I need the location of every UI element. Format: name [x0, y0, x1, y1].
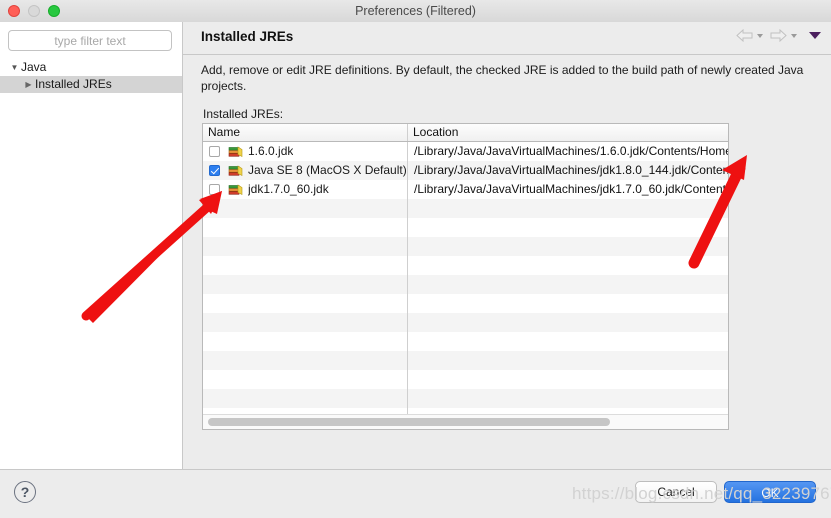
back-arrow-icon[interactable]	[736, 29, 753, 42]
filter-wrapper	[0, 22, 182, 57]
page-title: Installed JREs	[201, 29, 294, 44]
cell-location	[408, 256, 728, 275]
installed-jres-panel: Installed JREs Add, remove or edit JRE d…	[183, 22, 831, 469]
cell-name	[203, 294, 408, 313]
title-bar: Preferences (Filtered)	[0, 0, 831, 23]
sidebar-item-label: Java	[21, 60, 47, 74]
table-body: 1.6.0.jdk/Library/Java/JavaVirtualMachin…	[203, 142, 728, 429]
table-row-empty[interactable]	[203, 199, 728, 218]
installed-jres-table: Name Location 1.6.0.jdk/Library/Java/Jav…	[202, 123, 729, 430]
panel-description: Add, remove or edit JRE definitions. By …	[201, 63, 804, 93]
checkbox-unchecked[interactable]	[209, 146, 220, 157]
cell-name: 1.6.0.jdk	[203, 142, 408, 161]
sidebar-item-label: Installed JREs	[35, 77, 112, 91]
table-row-empty[interactable]	[203, 275, 728, 294]
jre-name: jdk1.7.0_60.jdk	[248, 182, 329, 196]
scrollbar-thumb[interactable]	[208, 418, 610, 426]
cell-location	[408, 389, 728, 408]
cell-name	[203, 370, 408, 389]
cell-location	[408, 275, 728, 294]
cell-name	[203, 237, 408, 256]
table-row-empty[interactable]	[203, 351, 728, 370]
search-input[interactable]	[8, 30, 172, 51]
table-row[interactable]: 1.6.0.jdk/Library/Java/JavaVirtualMachin…	[203, 142, 728, 161]
table-row[interactable]: Java SE 8 (MacOS X Default) /Library/Java…	[203, 161, 728, 180]
cell-location	[408, 370, 728, 389]
chevron-down-icon[interactable]: ▼	[8, 59, 21, 76]
cell-location	[408, 351, 728, 370]
table-row-empty[interactable]	[203, 389, 728, 408]
table-header-row: Name Location	[203, 124, 728, 142]
horizontal-scrollbar[interactable]	[203, 414, 728, 429]
table-row-empty[interactable]	[203, 237, 728, 256]
cell-name	[203, 218, 408, 237]
help-icon[interactable]: ?	[14, 481, 36, 503]
cell-location	[408, 332, 728, 351]
preferences-tree: ▼ Java ▶ Installed JREs	[0, 59, 182, 93]
jre-icon	[220, 183, 248, 196]
cell-name	[203, 389, 408, 408]
table-row-empty[interactable]	[203, 313, 728, 332]
preferences-sidebar: ▼ Java ▶ Installed JREs	[0, 22, 183, 469]
installed-jres-label: Installed JREs:	[203, 107, 284, 121]
window-title: Preferences (Filtered)	[355, 4, 476, 18]
checkbox-unchecked[interactable]	[209, 184, 220, 195]
forward-arrow-icon[interactable]	[770, 29, 787, 42]
cancel-button[interactable]: Cancel	[635, 481, 717, 503]
table-row-empty[interactable]	[203, 332, 728, 351]
cell-location	[408, 294, 728, 313]
table-row-empty[interactable]	[203, 218, 728, 237]
cell-name	[203, 332, 408, 351]
chevron-right-icon[interactable]: ▶	[22, 76, 35, 93]
cell-name	[203, 275, 408, 294]
back-dropdown-icon[interactable]	[757, 33, 763, 38]
table-row[interactable]: jdk1.7.0_60.jdk/Library/Java/JavaVirtual…	[203, 180, 728, 199]
jre-location: /Library/Java/JavaVirtualMachines/jdk1.7…	[414, 182, 728, 196]
cell-name	[203, 199, 408, 218]
preferences-window: Preferences (Filtered) ▼ Java ▶ Installe…	[0, 0, 831, 518]
cell-name: Java SE 8 (MacOS X Default)	[203, 161, 408, 180]
sidebar-item-java[interactable]: ▼ Java	[0, 59, 182, 76]
cell-location	[408, 313, 728, 332]
table-row-empty[interactable]	[203, 294, 728, 313]
sidebar-item-installed-jres[interactable]: ▶ Installed JREs	[0, 76, 182, 93]
panel-toolbar	[736, 29, 821, 42]
jre-name: 1.6.0.jdk	[248, 144, 294, 158]
table-row-empty[interactable]	[203, 370, 728, 389]
cell-location	[408, 218, 728, 237]
cell-name	[203, 256, 408, 275]
cell-location	[408, 199, 728, 218]
column-header-location[interactable]: Location	[408, 124, 728, 141]
jre-name: Java SE 8 (MacOS X Default)	[248, 163, 407, 177]
ok-button[interactable]: OK	[724, 481, 816, 503]
jre-location: /Library/Java/JavaVirtualMachines/1.6.0.…	[414, 144, 728, 158]
column-header-name[interactable]: Name	[203, 124, 408, 141]
table-row-empty[interactable]	[203, 256, 728, 275]
cell-name	[203, 351, 408, 370]
cell-name	[203, 313, 408, 332]
jre-icon	[220, 145, 248, 158]
view-menu-caret-icon[interactable]	[809, 32, 821, 39]
checkbox-checked[interactable]	[209, 165, 220, 176]
jre-location: /Library/Java/JavaVirtualMachines/jdk1.8…	[414, 163, 728, 177]
forward-dropdown-icon[interactable]	[791, 33, 797, 38]
panel-header: Installed JREs	[183, 22, 831, 55]
jre-icon	[220, 164, 248, 177]
cell-name: jdk1.7.0_60.jdk	[203, 180, 408, 199]
cell-location	[408, 237, 728, 256]
